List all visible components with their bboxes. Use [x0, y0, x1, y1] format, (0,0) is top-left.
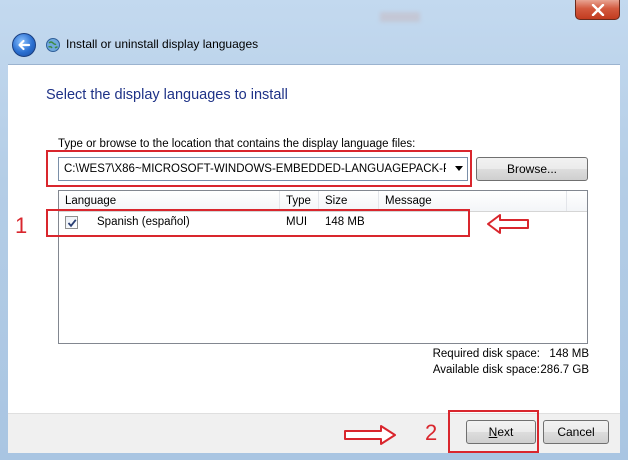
required-disk-value: 148 MB	[549, 348, 589, 360]
annotation-box-next	[448, 410, 539, 453]
annotation-box-language-row	[46, 209, 470, 237]
required-disk-label: Required disk space:	[432, 348, 540, 360]
window-title: Install or uninstall display languages	[66, 37, 259, 51]
column-header-size[interactable]: Size	[319, 191, 379, 211]
browse-button[interactable]: Browse...	[476, 157, 588, 181]
column-header-filler	[567, 191, 587, 211]
cancel-button[interactable]: Cancel	[543, 420, 609, 444]
path-label: Type or browse to the location that cont…	[58, 138, 416, 150]
blurred-title-text	[380, 12, 420, 22]
annotation-marker-2: 2	[425, 420, 438, 445]
column-header-language[interactable]: Language	[59, 191, 280, 211]
page-heading: Select the display languages to install	[46, 87, 288, 103]
close-icon	[591, 4, 605, 16]
available-disk-value: 286.7 GB	[540, 364, 589, 376]
column-header-type[interactable]: Type	[280, 191, 319, 211]
close-button[interactable]	[575, 0, 620, 20]
globe-icon	[46, 38, 60, 52]
available-disk-label: Available disk space:	[432, 364, 540, 376]
annotation-marker-1: 1	[15, 213, 28, 238]
right-arrow-icon	[344, 425, 396, 445]
wizard-content: Select the display languages to install …	[8, 64, 620, 414]
left-arrow-icon	[487, 214, 529, 234]
back-button[interactable]	[12, 33, 36, 57]
back-arrow-icon	[18, 39, 31, 51]
column-header-message[interactable]: Message	[379, 191, 567, 211]
annotation-box-path	[46, 150, 472, 187]
